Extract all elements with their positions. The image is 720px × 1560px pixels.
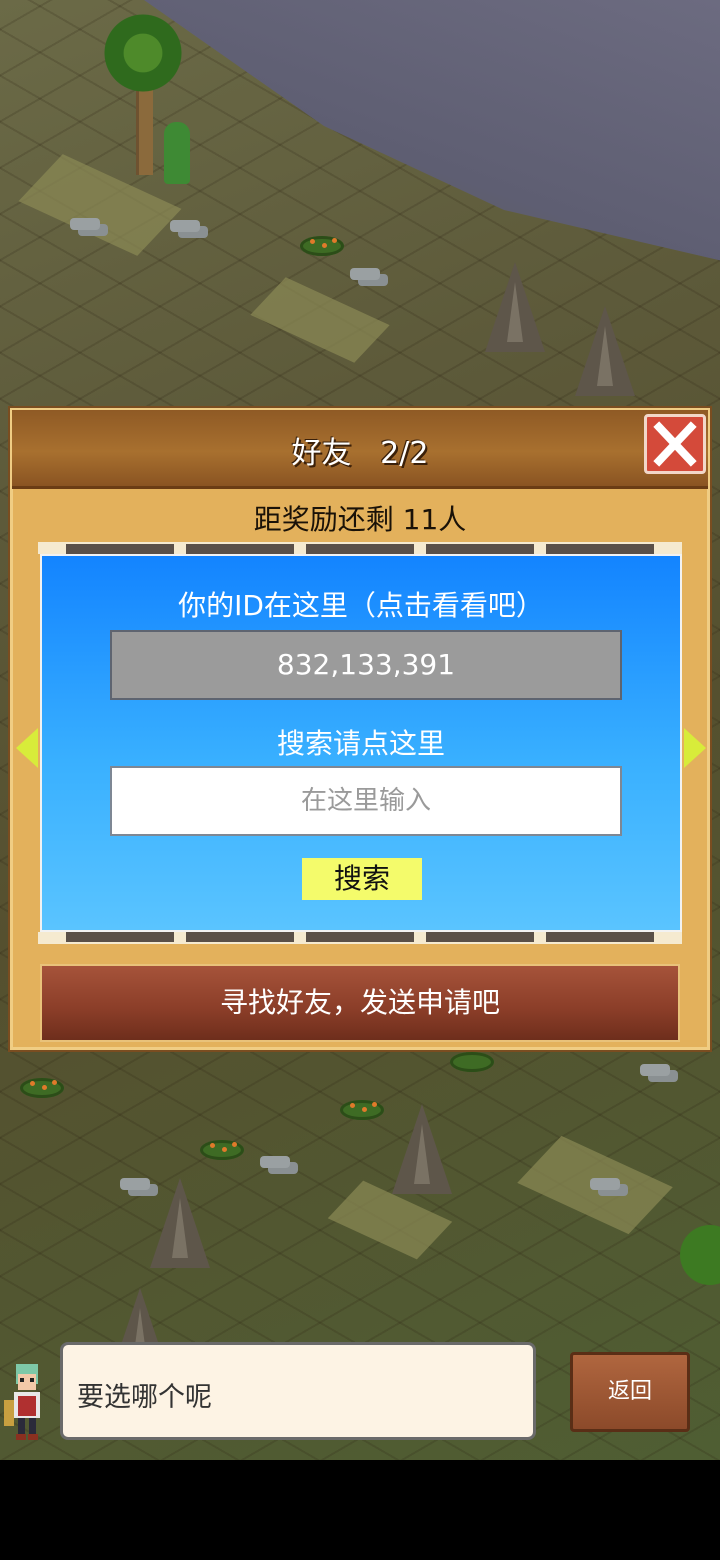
friend-id-panel: 你的ID在这里（点击看看吧） 832,133,391 搜索请点这里 搜索 (40, 554, 682, 932)
tree-icon (680, 1225, 720, 1285)
cactus-icon (164, 122, 190, 184)
rock-icon (640, 1064, 670, 1076)
message-bubble: 要选哪个呢 (60, 1342, 536, 1440)
search-label: 搜索请点这里 (276, 727, 445, 760)
arrow-left-icon[interactable] (16, 728, 38, 768)
close-icon (653, 421, 697, 467)
search-button[interactable]: 搜索 (302, 858, 422, 900)
search-input[interactable] (110, 766, 622, 836)
rock-icon (170, 220, 200, 232)
reward-progress-text: 距奖励还剩 11人 (253, 503, 467, 536)
palm-tree-icon (98, 8, 188, 98)
close-button[interactable] (644, 414, 706, 474)
terrain-patch (18, 154, 182, 256)
dialog-title-bar: 好友 2/2 (12, 410, 708, 489)
page-indicator: 2/2 (380, 436, 429, 471)
flower-bush-icon (340, 1100, 384, 1120)
flower-bush-icon (200, 1140, 244, 1160)
mountain-icon (392, 1104, 452, 1194)
terrain-patch (250, 277, 390, 363)
mountain-icon (575, 306, 635, 396)
friends-dialog: 好友 2/2 距奖励还剩 11人 你的ID在这里（点击看看吧） 832,133,… (8, 406, 712, 1052)
player-id-box[interactable]: 832,133,391 (110, 630, 622, 700)
message-text: 要选哪个呢 (77, 1382, 212, 1413)
rock-icon (350, 268, 380, 280)
flower-bush-icon (20, 1078, 64, 1098)
dialog-title-label: 好友 (291, 436, 352, 471)
rock-icon (260, 1156, 290, 1168)
send-request-button[interactable]: 寻找好友，发送申请吧 (40, 964, 680, 1042)
rock-icon (120, 1178, 150, 1190)
rock-icon (70, 218, 100, 230)
mountain-icon (485, 262, 545, 352)
palm-tree-trunk (136, 85, 153, 175)
dialog-title: 好友 2/2 (12, 428, 708, 472)
back-button[interactable]: 返回 (570, 1352, 690, 1432)
bush-icon (450, 1052, 494, 1072)
rock-icon (590, 1178, 620, 1190)
slot-strip-bottom (38, 932, 682, 944)
slot-strip-top (38, 542, 682, 554)
arrow-right-icon[interactable] (684, 728, 706, 768)
mountain-icon (150, 1178, 210, 1268)
character-avatar (4, 1360, 50, 1440)
id-label: 你的ID在这里（点击看看吧） (178, 589, 544, 622)
flower-bush-icon (300, 236, 344, 256)
